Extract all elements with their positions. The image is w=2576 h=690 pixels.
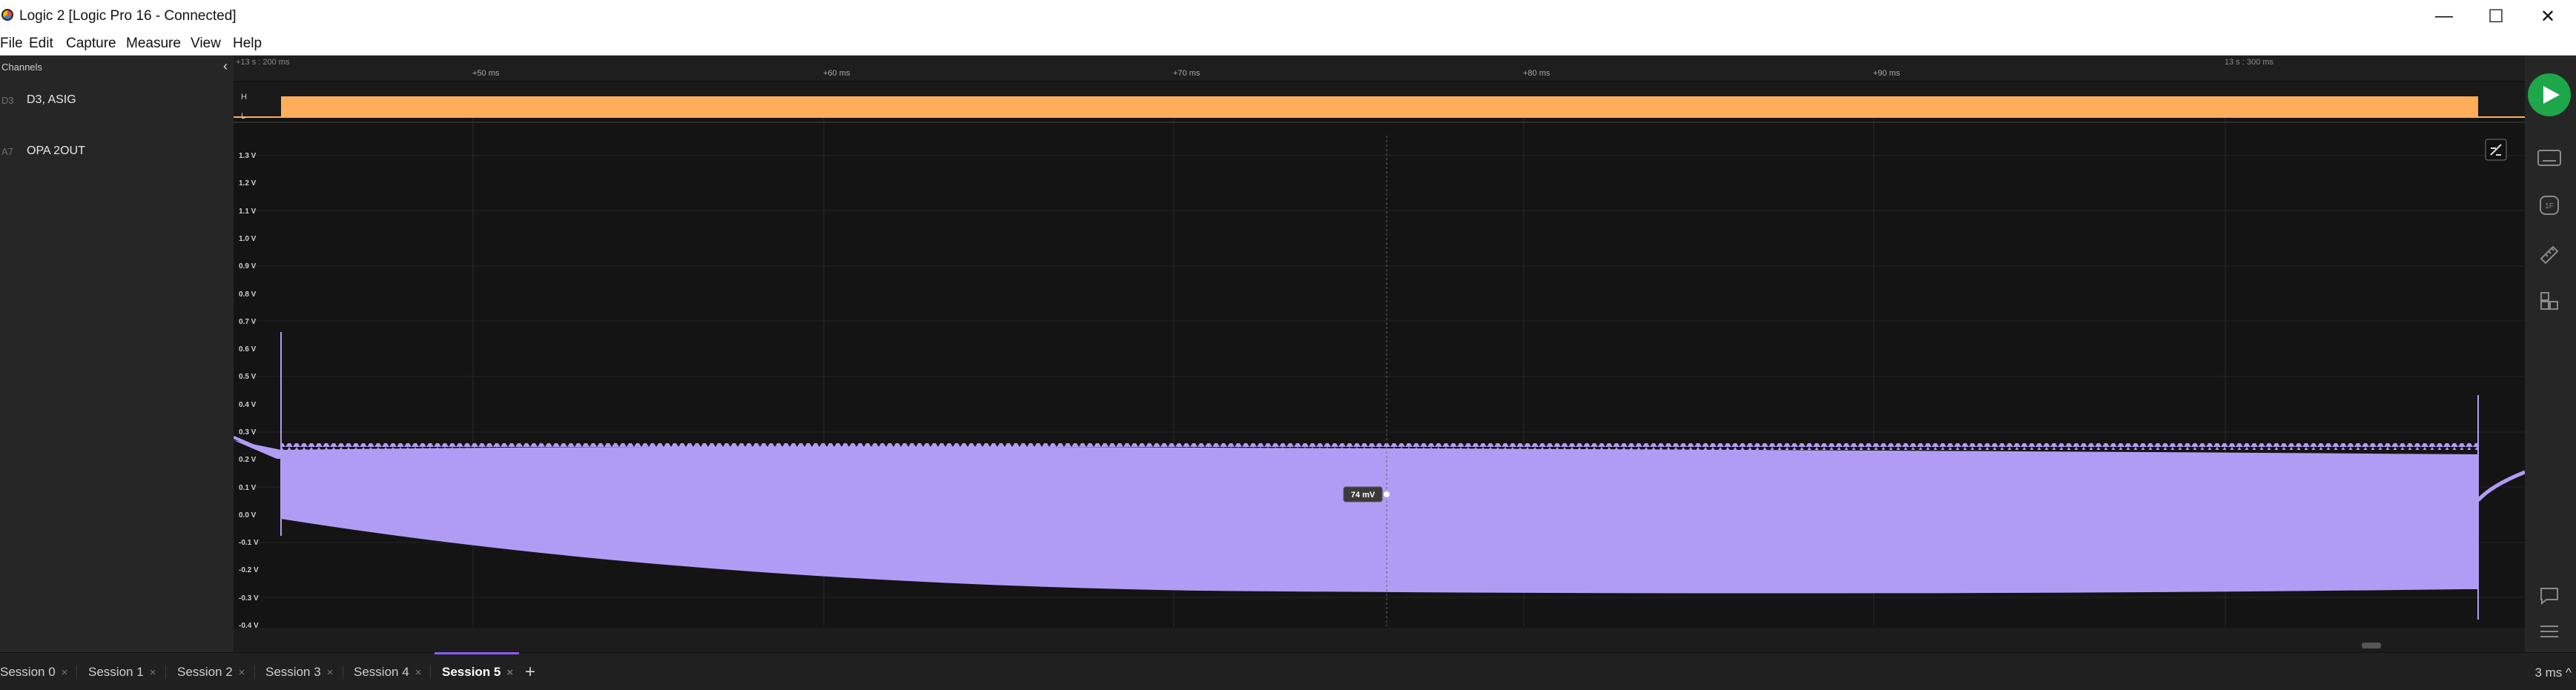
horizontal-scrollbar[interactable] <box>234 628 2525 652</box>
channels-sidebar: Channels ‹ D3 D3, ASIG A7 OPA 2OUT <box>0 56 234 652</box>
timeline-ruler[interactable] <box>234 56 2525 81</box>
session-tab-bar: Session 0 × Session 1 × Session 2 × Sess… <box>0 652 2576 690</box>
digital-high-label: H <box>241 93 247 102</box>
close-tab-icon[interactable]: × <box>239 666 245 679</box>
window-title: Logic 2 [Logic Pro 16 - Connected] <box>19 8 237 24</box>
analyzer-icon: 1F <box>2540 196 2559 215</box>
tab-label: Session 1 <box>88 665 144 679</box>
play-icon <box>2543 86 2560 104</box>
maximize-button[interactable]: ☐ <box>2470 1 2522 31</box>
y-axis-label: 0.7 V <box>239 318 257 326</box>
timeline-tick-label: +60 ms <box>823 69 851 78</box>
timeline-end-label: 13 s : 300 ms <box>2225 58 2274 67</box>
timeline-start-label: +13 s : 200 ms <box>236 58 290 67</box>
close-tab-icon[interactable]: × <box>150 666 156 679</box>
hamburger-icon <box>2540 626 2558 637</box>
menu-view[interactable]: View <box>191 36 221 52</box>
menu-help[interactable]: Help <box>233 36 262 52</box>
timeline-tick-label: +50 ms <box>472 69 500 78</box>
digital-high-pulse <box>281 96 2478 117</box>
y-axis-label: 0.8 V <box>239 291 257 299</box>
tab-session-2[interactable]: Session 2 × <box>177 661 245 683</box>
tab-session-5[interactable]: Session 5 × <box>434 652 520 683</box>
chevron-left-icon[interactable]: ‹ <box>223 59 228 74</box>
y-axis-label: 1.1 V <box>239 208 257 216</box>
y-axis-label: -0.1 V <box>239 539 259 547</box>
tab-label: Session 0 <box>0 665 56 679</box>
close-tab-icon[interactable]: × <box>62 666 68 679</box>
ruler-icon <box>2540 245 2559 264</box>
y-axis-label: 1.3 V <box>239 152 257 160</box>
minimize-button[interactable]: — <box>2418 1 2470 31</box>
y-axis-label: -0.3 V <box>239 594 259 603</box>
zoom-level-selector[interactable]: 3 ms ^ <box>2534 666 2572 680</box>
tab-label: Session 5 <box>442 665 501 679</box>
timeline-tick-label: +70 ms <box>1173 69 1201 78</box>
analyzers-button[interactable]: 1F <box>2536 192 2563 219</box>
y-axis-label: 0.1 V <box>239 484 257 492</box>
tab-session-4[interactable]: Session 4 × <box>354 661 421 683</box>
measurements-button[interactable] <box>2536 240 2563 267</box>
extensions-button[interactable] <box>2536 288 2563 314</box>
timeline-tick-label: +90 ms <box>1873 69 1900 78</box>
keyboard-icon <box>2537 150 2561 166</box>
extensions-icon <box>2540 292 2558 310</box>
close-tab-icon[interactable]: × <box>327 666 334 679</box>
menu-edit[interactable]: Edit <box>29 36 53 52</box>
add-tab-button[interactable]: + <box>525 662 535 683</box>
waveform-view[interactable]: +13 s : 200 ms 13 s : 300 ms +50 ms +60 … <box>234 56 2525 652</box>
comment-icon <box>2540 588 2558 606</box>
y-axis-label: 0.5 V <box>239 373 257 381</box>
y-axis-label: 1.0 V <box>239 235 257 243</box>
tab-label: Session 4 <box>354 665 409 679</box>
keyboard-button[interactable] <box>2536 145 2563 171</box>
channels-header-label: Channels <box>1 62 42 73</box>
cursor-dot <box>1384 491 1390 497</box>
y-axis-label: 0.4 V <box>239 401 257 409</box>
y-axis-label: 0.3 V <box>239 428 257 437</box>
tab-label: Session 3 <box>265 665 321 679</box>
menu-bar: File Edit Capture Measure View Help <box>0 33 2576 56</box>
y-axis-label: -0.2 V <box>239 566 259 574</box>
tab-session-1[interactable]: Session 1 × <box>88 661 156 683</box>
channel-row-d3[interactable]: D3 D3, ASIG <box>0 90 234 113</box>
svg-text:1F: 1F <box>2545 202 2554 210</box>
tab-session-0[interactable]: Session 0 × <box>0 661 67 683</box>
channel-index: A7 <box>1 146 13 157</box>
timeline-tick-label: +80 ms <box>1523 69 1550 78</box>
logic-app-icon <box>1 9 13 21</box>
y-axis-label: 1.2 V <box>239 179 257 188</box>
channels-header: Channels ‹ <box>0 56 234 78</box>
channel-row-a7[interactable]: A7 OPA 2OUT <box>0 142 234 164</box>
menu-measure[interactable]: Measure <box>126 36 181 52</box>
cursor-value-label: 74 mV <box>1351 491 1375 500</box>
close-tab-icon[interactable]: × <box>506 666 513 679</box>
tab-label: Session 2 <box>177 665 233 679</box>
menu-capture[interactable]: Capture <box>66 36 116 52</box>
analog-waveform <box>234 332 2525 620</box>
channel-name[interactable]: OPA 2OUT <box>27 145 85 158</box>
main-menu-button[interactable] <box>2536 618 2563 645</box>
y-axis-label: 0.6 V <box>239 345 257 354</box>
menu-file[interactable]: File <box>0 36 23 52</box>
channel-index: D3 <box>1 95 14 106</box>
close-tab-icon[interactable]: × <box>415 666 422 679</box>
scrollbar-thumb[interactable] <box>2362 643 2381 648</box>
annotations-button[interactable] <box>2536 583 2563 609</box>
y-axis-label: 0.9 V <box>239 262 257 271</box>
title-bar: Logic 2 [Logic Pro 16 - Connected] — ☐ ✕ <box>0 0 2576 33</box>
waveform-canvas[interactable]: +13 s : 200 ms 13 s : 300 ms +50 ms +60 … <box>234 56 2525 652</box>
close-button[interactable]: ✕ <box>2522 1 2574 31</box>
start-capture-button[interactable] <box>2528 73 2571 116</box>
tab-session-3[interactable]: Session 3 × <box>265 661 333 683</box>
channel-name[interactable]: D3, ASIG <box>27 93 76 107</box>
y-axis-label: 0.0 V <box>239 511 257 520</box>
y-axis-label: 0.2 V <box>239 456 257 464</box>
